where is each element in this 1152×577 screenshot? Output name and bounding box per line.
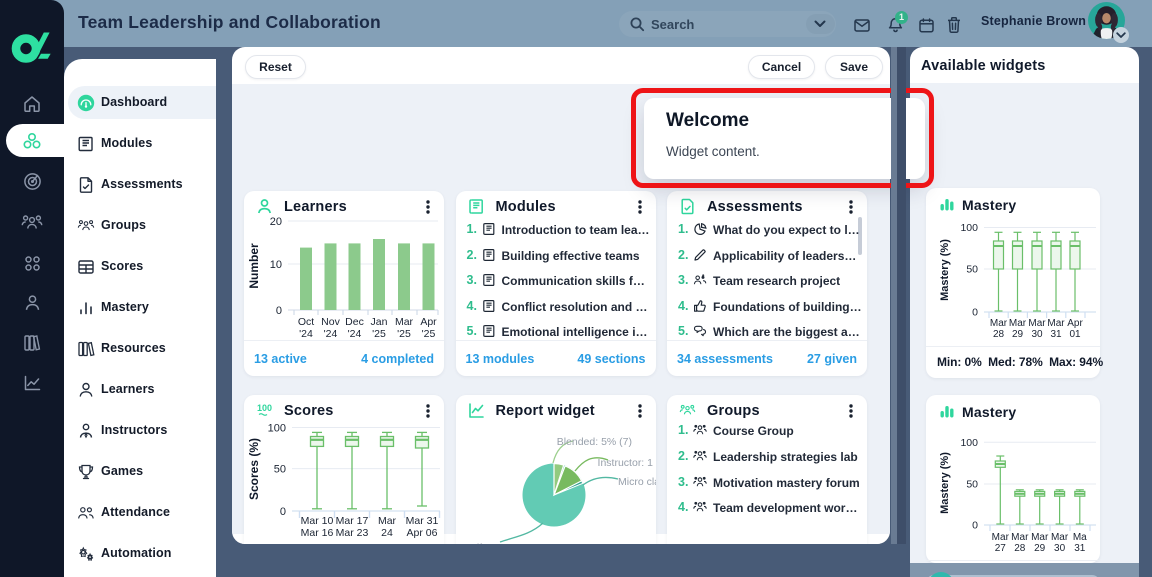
svg-text:Mar: Mar bbox=[1028, 318, 1046, 329]
svg-text:0: 0 bbox=[276, 305, 282, 317]
svg-text:20: 20 bbox=[270, 216, 282, 228]
svg-text:'25: '25 bbox=[372, 328, 386, 340]
svg-text:'24: '24 bbox=[324, 328, 338, 340]
svg-text:100: 100 bbox=[960, 222, 978, 234]
svg-text:100: 100 bbox=[257, 403, 272, 413]
svg-text:Mar 17: Mar 17 bbox=[336, 515, 369, 527]
svg-text:0: 0 bbox=[972, 307, 978, 319]
svg-text:30: 30 bbox=[1031, 329, 1043, 340]
svg-text:29: 29 bbox=[1034, 543, 1046, 554]
svg-text:100: 100 bbox=[268, 423, 286, 435]
svg-text:'25: '25 bbox=[397, 328, 411, 340]
svg-text:Apr: Apr bbox=[1067, 318, 1083, 329]
svg-text:Mar: Mar bbox=[395, 316, 414, 328]
svg-text:30: 30 bbox=[1054, 543, 1066, 554]
svg-text:Mar: Mar bbox=[1011, 532, 1029, 543]
svg-text:Mar: Mar bbox=[1051, 532, 1069, 543]
svg-text:01: 01 bbox=[1069, 329, 1081, 340]
svg-text:Mar 31: Mar 31 bbox=[406, 515, 439, 527]
svg-text:Blended: 5% (7): Blended: 5% (7) bbox=[556, 436, 631, 448]
svg-text:31: 31 bbox=[1050, 329, 1062, 340]
svg-text:0: 0 bbox=[972, 520, 978, 532]
svg-text:27: 27 bbox=[995, 543, 1007, 554]
svg-text:50: 50 bbox=[274, 464, 286, 476]
svg-text:Dec: Dec bbox=[345, 316, 364, 328]
svg-text:Ma: Ma bbox=[1073, 532, 1087, 543]
svg-text:28: 28 bbox=[1014, 543, 1026, 554]
svg-text:Oct: Oct bbox=[298, 316, 314, 328]
svg-text:Mar: Mar bbox=[990, 318, 1008, 329]
svg-text:Apr: Apr bbox=[420, 316, 437, 328]
svg-text:29: 29 bbox=[1012, 329, 1024, 340]
svg-text:10: 10 bbox=[270, 259, 282, 271]
svg-text:Mar: Mar bbox=[1047, 318, 1065, 329]
svg-text:50: 50 bbox=[966, 479, 978, 491]
svg-text:Mar 16: Mar 16 bbox=[301, 527, 334, 539]
svg-text:Mar 10: Mar 10 bbox=[301, 515, 334, 527]
svg-text:'25: '25 bbox=[422, 328, 436, 340]
svg-text:Mar: Mar bbox=[1031, 532, 1049, 543]
svg-text:28: 28 bbox=[993, 329, 1005, 340]
svg-text:50: 50 bbox=[966, 264, 978, 276]
svg-text:0: 0 bbox=[280, 506, 286, 518]
svg-text:Apr 06: Apr 06 bbox=[407, 527, 438, 539]
svg-text:Self-pace: Self-pace bbox=[464, 542, 509, 544]
svg-text:Number: Number bbox=[247, 243, 261, 289]
svg-text:24: 24 bbox=[381, 527, 393, 539]
svg-text:Mar: Mar bbox=[992, 532, 1010, 543]
svg-text:Scores (%): Scores (%) bbox=[247, 438, 261, 500]
svg-text:Mastery (%): Mastery (%) bbox=[939, 239, 951, 301]
svg-text:31: 31 bbox=[1074, 543, 1086, 554]
svg-text:Nov: Nov bbox=[321, 316, 340, 328]
svg-text:Mar 23: Mar 23 bbox=[336, 527, 369, 539]
svg-text:'24: '24 bbox=[299, 328, 313, 340]
svg-text:Mar: Mar bbox=[378, 515, 397, 527]
svg-text:Mastery (%): Mastery (%) bbox=[939, 452, 951, 514]
svg-text:Jan: Jan bbox=[371, 316, 388, 328]
svg-text:100: 100 bbox=[960, 437, 978, 449]
svg-text:Instructor: 1: Instructor: 1 bbox=[597, 457, 653, 469]
svg-text:'24: '24 bbox=[348, 328, 362, 340]
svg-text:Micro cla: Micro cla bbox=[618, 476, 656, 488]
svg-text:Mar: Mar bbox=[1009, 318, 1027, 329]
